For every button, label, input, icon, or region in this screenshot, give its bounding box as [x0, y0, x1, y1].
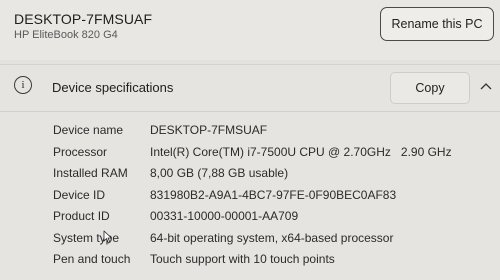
spec-label: Installed RAM — [53, 166, 128, 180]
spec-value: DESKTOP-7FMSUAF — [150, 123, 268, 137]
spec-value: Touch support with 10 touch points — [150, 252, 335, 266]
mouse-cursor-icon — [103, 230, 112, 244]
spec-label: Product ID — [53, 209, 110, 223]
spec-value: 64-bit operating system, x64-based proce… — [150, 230, 394, 245]
spec-value: 00331-10000-00001-AA709 — [150, 209, 299, 223]
spec-row-pen-and-touch: Pen and touch Touch support with 10 touc… — [0, 252, 500, 272]
spec-row-installed-ram: Installed RAM 8,00 GB (7,88 GB usable) — [0, 166, 500, 186]
pc-model: HP EliteBook 820 G4 — [14, 29, 118, 41]
rename-pc-button[interactable]: Rename this PC — [380, 7, 494, 41]
spec-label: Device name — [53, 123, 124, 137]
spec-label: Device ID — [53, 187, 106, 202]
chevron-up-icon[interactable] — [478, 79, 494, 95]
spec-value: 831980B2-A9A1-4BC7-97FE-0F90BEC0AF83 — [150, 187, 397, 202]
spec-row-system-type: System type 64-bit operating system, x64… — [0, 231, 500, 251]
spec-row-device-name: Device name DESKTOP-7FMSUAF — [0, 123, 500, 143]
spec-value: 8,00 GB (7,88 GB usable) — [150, 166, 289, 180]
device-specifications-header[interactable]: i Device specifications Copy — [0, 65, 500, 112]
device-specifications-card: i Device specifications Copy Device name… — [0, 64, 500, 280]
spec-row-processor: Processor Intel(R) Core(TM) i7-7500U CPU… — [0, 145, 500, 165]
copy-button[interactable]: Copy — [390, 72, 470, 104]
spec-label: Pen and touch — [53, 252, 131, 266]
spec-label: Processor — [53, 144, 108, 159]
section-title: Device specifications — [52, 80, 174, 95]
info-icon: i — [14, 76, 32, 94]
spec-value: Intel(R) Core(TM) i7-7500U CPU @ 2.70GHz… — [150, 144, 452, 159]
pc-header: DESKTOP-7FMSUAF HP EliteBook 820 G4 Rena… — [0, 0, 500, 60]
spec-row-product-id: Product ID 00331-10000-00001-AA709 — [0, 209, 500, 229]
spec-row-device-id: Device ID 831980B2-A9A1-4BC7-97FE-0F90BE… — [0, 188, 500, 208]
pc-name: DESKTOP-7FMSUAF — [14, 11, 153, 27]
